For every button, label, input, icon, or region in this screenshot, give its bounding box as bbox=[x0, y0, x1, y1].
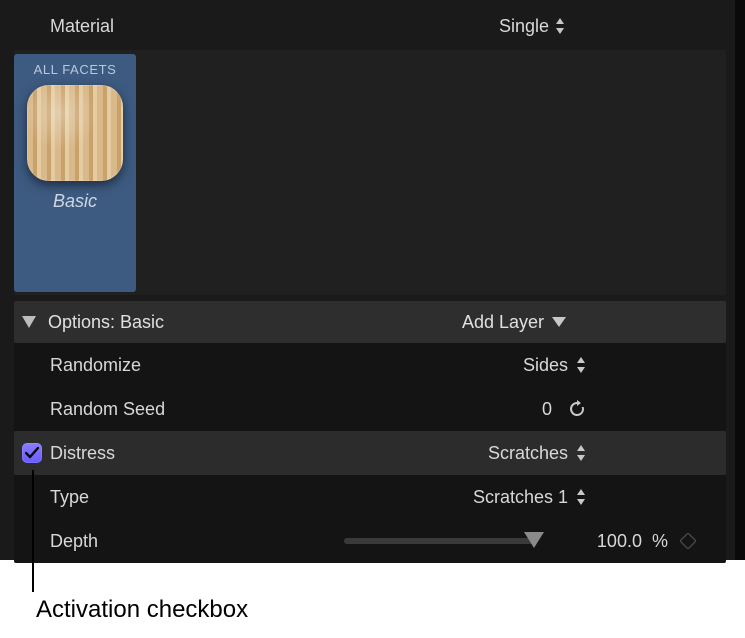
refresh-icon[interactable] bbox=[568, 400, 586, 418]
add-layer-dropdown[interactable]: Add Layer bbox=[462, 312, 566, 333]
depth-slider-track[interactable] bbox=[344, 538, 534, 544]
facet-tab-label: ALL FACETS bbox=[14, 62, 136, 77]
randomize-label: Randomize bbox=[50, 355, 416, 376]
depth-slider-thumb[interactable] bbox=[524, 532, 544, 548]
depth-value: 100.0 bbox=[597, 531, 642, 551]
distress-activation-checkbox-slot bbox=[22, 443, 46, 463]
distress-activation-checkbox[interactable] bbox=[22, 443, 42, 463]
updown-stepper-icon bbox=[576, 489, 586, 505]
distress-row: Distress Scratches bbox=[14, 431, 726, 475]
facets-area: ALL FACETS Basic bbox=[14, 50, 726, 295]
material-dropdown-value[interactable]: Single bbox=[499, 16, 549, 37]
material-header-row: Material Single bbox=[14, 4, 725, 48]
randomize-dropdown[interactable]: Sides bbox=[416, 355, 586, 376]
type-dropdown[interactable]: Scratches 1 bbox=[416, 487, 586, 508]
updown-stepper-icon bbox=[576, 445, 586, 461]
distress-label: Distress bbox=[50, 443, 416, 464]
facet-tile-all-facets[interactable]: ALL FACETS Basic bbox=[14, 54, 136, 292]
updown-stepper-icon bbox=[576, 357, 586, 373]
add-layer-label: Add Layer bbox=[462, 312, 544, 333]
randomize-value: Sides bbox=[523, 355, 568, 376]
random-seed-row: Random Seed 0 bbox=[14, 387, 726, 431]
random-seed-label: Random Seed bbox=[50, 399, 416, 420]
type-row: Type Scratches 1 bbox=[14, 475, 726, 519]
distress-value: Scratches bbox=[488, 443, 568, 464]
annotation-label: Activation checkbox bbox=[36, 596, 248, 624]
material-label: Material bbox=[50, 16, 499, 37]
facet-material-name: Basic bbox=[14, 191, 136, 212]
inspector-panel: Material Single ALL FACETS Basic Options… bbox=[0, 0, 745, 560]
random-seed-value: 0 bbox=[542, 399, 552, 420]
depth-row: Depth 100.0 % bbox=[14, 519, 726, 563]
options-header-row: Options: Basic Add Layer bbox=[14, 301, 726, 343]
depth-label: Depth bbox=[50, 531, 344, 552]
type-label: Type bbox=[50, 487, 416, 508]
chevron-down-icon bbox=[552, 317, 566, 327]
disclosure-triangle-icon[interactable] bbox=[22, 316, 36, 328]
options-section-label: Options: Basic bbox=[48, 312, 462, 333]
depth-value-field[interactable]: 100.0 % bbox=[558, 531, 668, 552]
type-value: Scratches 1 bbox=[473, 487, 568, 508]
inspector-inner: Material Single ALL FACETS Basic Options… bbox=[0, 0, 725, 560]
material-swatch[interactable] bbox=[27, 85, 123, 181]
check-icon bbox=[25, 447, 39, 459]
randomize-row: Randomize Sides bbox=[14, 343, 726, 387]
updown-stepper-icon[interactable] bbox=[555, 18, 565, 34]
random-seed-control[interactable]: 0 bbox=[416, 399, 586, 420]
distress-dropdown[interactable]: Scratches bbox=[416, 443, 586, 464]
depth-unit: % bbox=[652, 531, 668, 551]
keyframe-diamond-icon[interactable] bbox=[680, 533, 696, 549]
annotation-leader-line bbox=[32, 470, 34, 592]
